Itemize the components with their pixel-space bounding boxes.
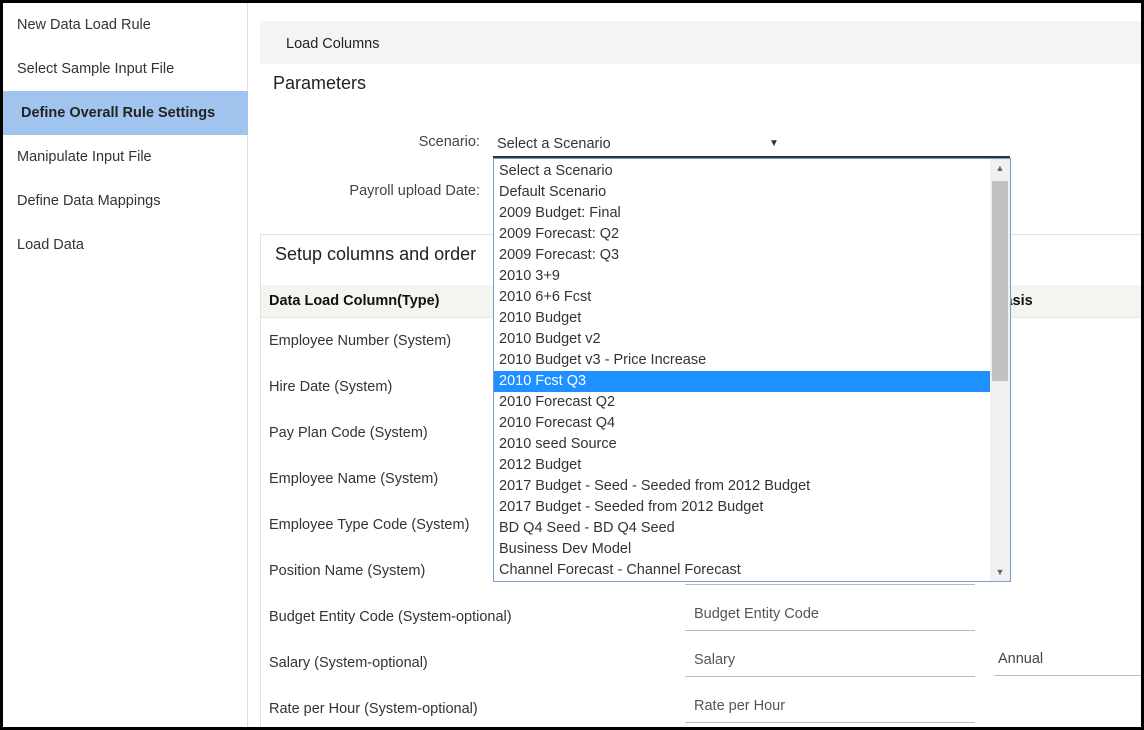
dropdown-option[interactable]: Select a Scenario (494, 161, 990, 182)
column-name: Rate per Hour (System-optional) (269, 701, 478, 717)
scenario-label: Scenario: (418, 134, 480, 150)
dropdown-option[interactable]: Channel Forecast - Channel Forecast (494, 560, 990, 581)
dropdown-option[interactable]: 2009 Budget: Final (494, 203, 990, 224)
dropdown-option[interactable]: 2017 Budget - Seed - Seeded from 2012 Bu… (494, 476, 990, 497)
sidebar-item[interactable]: Load Data (3, 223, 248, 267)
column-name: Employee Type Code (System) (269, 517, 470, 533)
dropdown-option[interactable]: 2010 Budget (494, 308, 990, 329)
dropdown-option[interactable]: 2017 Budget - Seeded from 2012 Budget (494, 497, 990, 518)
dropdown-option[interactable]: 2010 Forecast Q2 (494, 392, 990, 413)
setup-title: Setup columns and order (275, 244, 477, 264)
table-row: Rate per Hour (System-optional) Rate per … (261, 698, 1141, 727)
sidebar-item[interactable]: Define Overall Rule Settings (3, 91, 248, 135)
column-name: Hire Date (System) (269, 379, 393, 395)
dropdown-option[interactable]: 2012 Budget (494, 455, 990, 476)
sidebar-item[interactable]: Define Data Mappings (3, 179, 248, 223)
column-name: Position Name (System) (269, 563, 426, 579)
column-name: Employee Name (System) (269, 471, 439, 487)
dropdown-option[interactable]: 2010 3+9 (494, 266, 990, 287)
sidebar-item[interactable]: Manipulate Input File (3, 135, 248, 179)
scenario-select[interactable]: Select a Scenario ▼ (493, 131, 1010, 158)
column-input[interactable]: Salary (685, 643, 975, 677)
dropdown-option[interactable]: Default Scenario (494, 182, 990, 203)
dropdown-option[interactable]: 2009 Forecast: Q2 (494, 224, 990, 245)
scenario-value: Select a Scenario (497, 136, 611, 152)
sidebar: New Data Load Rule Select Sample Input Fi… (3, 3, 248, 727)
app-window: New Data Load Rule Select Sample Input Fi… (3, 3, 1141, 727)
column-input[interactable]: Budget Entity Code (685, 597, 975, 631)
dropdown-option[interactable]: 2010 Forecast Q4 (494, 413, 990, 434)
column-name: Pay Plan Code (System) (269, 425, 428, 441)
dropdown-option[interactable]: 2010 Budget v2 (494, 329, 990, 350)
scroll-down-icon[interactable]: ▼ (990, 563, 1010, 581)
column-name: Salary (System-optional) (269, 655, 428, 671)
parameters-heading: Parameters (273, 73, 367, 93)
dropdown-option[interactable]: 2010 Fcst Q3 (494, 371, 990, 392)
sidebar-item[interactable]: Select Sample Input File (3, 47, 248, 91)
dropdown-option[interactable]: 2010 6+6 Fcst (494, 287, 990, 308)
sidebar-item[interactable]: New Data Load Rule (3, 3, 248, 47)
dropdown-option[interactable]: Business Dev Model (494, 539, 990, 560)
scroll-up-icon[interactable]: ▲ (990, 159, 1010, 177)
basis-select[interactable]: Annual (994, 643, 1141, 676)
column-name: Budget Entity Code (System-optional) (269, 609, 512, 625)
chevron-down-icon: ▼ (769, 138, 779, 149)
column-name: Employee Number (System) (269, 333, 452, 349)
dropdown-option[interactable]: 2010 seed Source (494, 434, 990, 455)
scenario-dropdown-list[interactable]: Select a Scenario Default Scenario 2009 Bu… (493, 158, 1011, 582)
column-input[interactable]: Rate per Hour (685, 689, 975, 723)
load-columns-tab[interactable]: Load Columns (260, 21, 1141, 64)
scrollbar[interactable]: ▲ ▼ (990, 159, 1010, 581)
dropdown-option[interactable]: 2010 Budget v3 - Price Increase (494, 350, 990, 371)
column-header: Data Load Column(Type) (269, 293, 440, 309)
dropdown-option[interactable]: BD Q4 Seed - BD Q4 Seed (494, 518, 990, 539)
payroll-date-label: Payroll upload Date: (349, 183, 480, 199)
dropdown-option[interactable]: 2009 Forecast: Q3 (494, 245, 990, 266)
scrollbar-thumb[interactable] (992, 181, 1008, 381)
